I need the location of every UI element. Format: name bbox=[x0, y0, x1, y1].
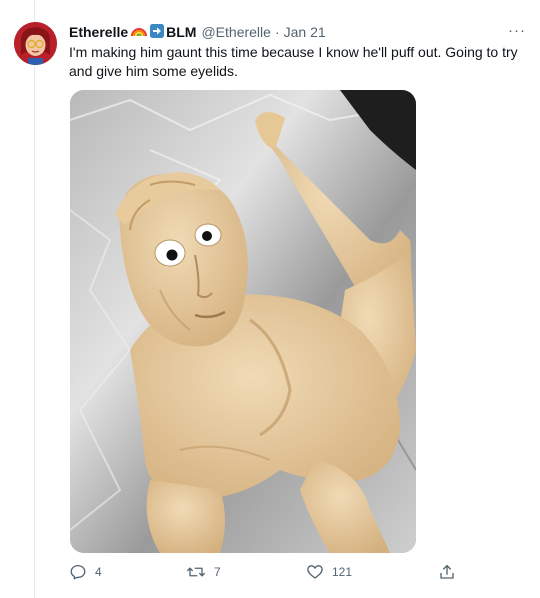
share-icon bbox=[440, 564, 454, 579]
display-name[interactable]: Etherelle bbox=[69, 24, 128, 40]
tweet-photo[interactable] bbox=[70, 90, 416, 553]
right-arrow-icon bbox=[150, 23, 165, 41]
heart-icon bbox=[307, 565, 323, 579]
retweet-icon bbox=[187, 567, 205, 577]
tweet-text: I'm making him gaunt this time because I… bbox=[69, 44, 518, 79]
retweet-button[interactable]: 7 bbox=[186, 563, 221, 581]
reply-button[interactable]: 4 bbox=[69, 563, 102, 581]
tweet-actions: 4 7 121 bbox=[69, 563, 459, 585]
rainbow-icon bbox=[131, 24, 148, 40]
avatar-illustration bbox=[14, 22, 57, 65]
retweet-count: 7 bbox=[214, 565, 221, 579]
avatar[interactable] bbox=[14, 22, 57, 65]
tweet-date[interactable]: Jan 21 bbox=[284, 24, 326, 40]
thread-line bbox=[34, 0, 35, 598]
tweet-header: Etherelle BLM @Etherelle · Jan 21 ··· bbox=[69, 22, 526, 42]
more-icon[interactable]: ··· bbox=[508, 22, 526, 39]
like-button[interactable]: 121 bbox=[306, 563, 352, 581]
share-button[interactable] bbox=[438, 563, 456, 581]
display-name-suffix[interactable]: BLM bbox=[166, 24, 196, 40]
like-count: 121 bbox=[332, 565, 353, 579]
dough-figure-photo bbox=[70, 90, 416, 553]
reply-icon bbox=[70, 564, 86, 580]
separator: · bbox=[274, 24, 280, 40]
user-handle[interactable]: @Etherelle bbox=[201, 24, 270, 40]
reply-count: 4 bbox=[95, 565, 102, 579]
